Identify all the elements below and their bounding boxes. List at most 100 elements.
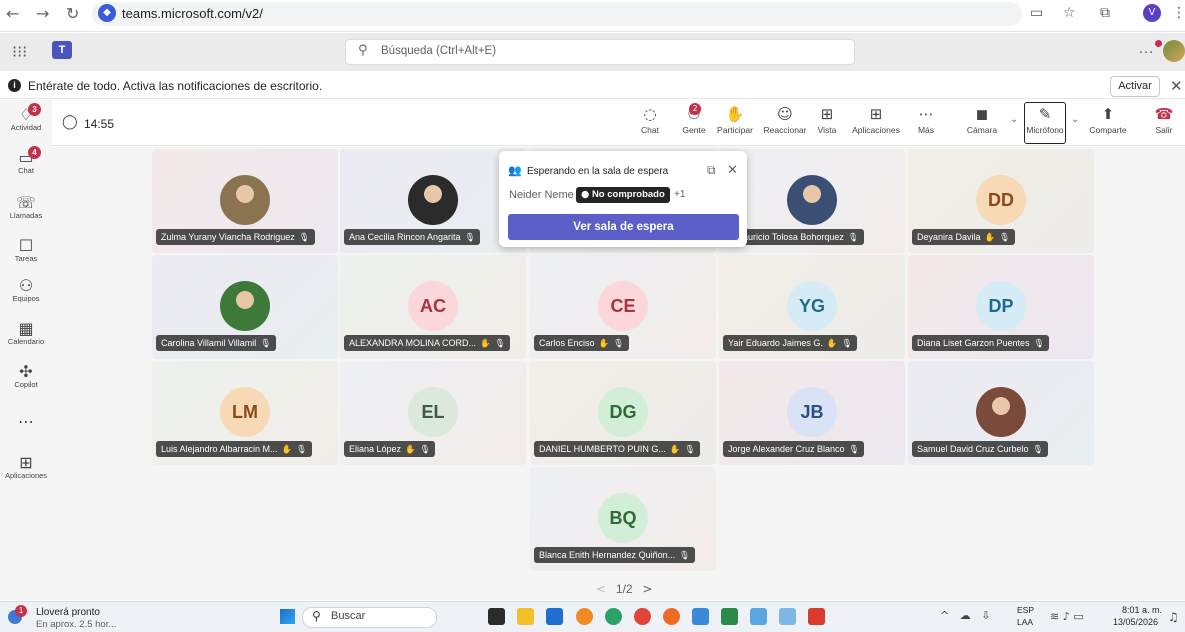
- toolbar-aplicaciones-button[interactable]: ⊞ Aplicaciones: [850, 103, 902, 135]
- toolbar-label: Cámara: [966, 125, 998, 135]
- taskbar-search[interactable]: [302, 607, 437, 628]
- participant-name-tag: Diana Liset Garzon Puentes 🎙: [912, 335, 1050, 351]
- prev-page-icon[interactable]: <: [596, 582, 606, 596]
- participant-tile[interactable]: DP Diana Liset Garzon Puentes 🎙: [908, 255, 1094, 359]
- browser-profile-avatar[interactable]: V: [1143, 4, 1161, 22]
- app-launcher-icon[interactable]: ⁝⁝⁝: [12, 42, 27, 61]
- chrome-icon[interactable]: [634, 608, 651, 625]
- search-placeholder[interactable]: Búsqueda (Ctrl+Alt+E): [381, 45, 496, 57]
- app-icon[interactable]: [750, 608, 767, 625]
- mic-muted-icon: 🎙: [464, 233, 476, 243]
- rail-item-label: Actividad: [10, 123, 42, 132]
- firefox-icon[interactable]: [663, 608, 680, 625]
- toolbar-label: Reaccionar: [763, 125, 807, 135]
- language[interactable]: ESP: [1017, 605, 1034, 615]
- forward-icon[interactable]: →: [36, 4, 49, 23]
- cast-icon[interactable]: ▭: [1030, 5, 1043, 21]
- rail-item-copilot[interactable]: ✣ Copilot: [0, 362, 52, 389]
- extensions-icon[interactable]: ⧉: [1100, 5, 1110, 21]
- toolbar-comparte-button[interactable]: ⬆ Comparte: [1087, 103, 1129, 135]
- participant-tile[interactable]: YG Yair Eduardo Jaimes G. ✋ 🎙: [719, 255, 905, 359]
- participant-tile[interactable]: Carolina Villamil Villamil 🎙: [152, 255, 338, 359]
- browser-menu-icon[interactable]: ⋮: [1172, 5, 1185, 21]
- toolbar-participar-button[interactable]: ✋ Participar: [713, 103, 757, 135]
- weather-title[interactable]: Lloverá pronto: [36, 607, 100, 618]
- file-explorer-icon[interactable]: [517, 608, 534, 625]
- bookmark-star-icon[interactable]: ☆: [1063, 5, 1076, 21]
- system-tray-icons[interactable]: ^ ☁ ⇩: [940, 609, 990, 622]
- participant-tile[interactable]: JB Jorge Alexander Cruz Blanco 🎙: [719, 361, 905, 465]
- pdf-icon[interactable]: [808, 608, 825, 625]
- more-options-icon[interactable]: …: [1138, 40, 1154, 58]
- edge-icon[interactable]: [605, 608, 622, 625]
- toolbar-chat-button[interactable]: ◌ Chat: [636, 103, 664, 135]
- participant-tile[interactable]: BQ Blanca Enith Hernandez Quiñon... 🎙: [530, 467, 716, 571]
- excel-icon[interactable]: [721, 608, 738, 625]
- toolbar-micrófono-button[interactable]: ✎ Micrófono: [1024, 103, 1066, 135]
- participant-name-tag: Eliana López ✋ 🎙: [344, 441, 436, 457]
- app-icon[interactable]: [692, 608, 709, 625]
- rail-item-chat[interactable]: ▭ 4 Chat: [0, 146, 52, 175]
- clock-time[interactable]: 8:01 a. m.: [1122, 605, 1162, 615]
- store-icon[interactable]: [546, 608, 563, 625]
- notification-bell-icon[interactable]: ♫: [1168, 610, 1179, 624]
- keyboard-layout[interactable]: LAA: [1017, 617, 1033, 627]
- toolbar-gente-button[interactable]: ⚇2Gente: [677, 103, 711, 135]
- participant-tile[interactable]: AC ALEXANDRA MOLINA CORD... ✋ 🎙: [340, 255, 526, 359]
- toolbar-reaccionar-button[interactable]: ☺ Reaccionar: [760, 103, 810, 135]
- url-text[interactable]: teams.microsoft.com/v2/: [122, 6, 263, 21]
- participant-tile[interactable]: DD Deyanira Davila ✋ 🎙: [908, 149, 1094, 253]
- participant-name: Carolina Villamil Villamil: [161, 338, 257, 348]
- popout-icon[interactable]: ⧉: [707, 163, 716, 178]
- reload-icon[interactable]: ↻: [66, 4, 79, 23]
- toolbar-cámara-button[interactable]: ◼ Cámara: [960, 103, 1004, 135]
- participant-name-tag: ALEXANDRA MOLINA CORD... ✋ 🎙: [344, 335, 511, 351]
- clock-date[interactable]: 13/05/2026: [1113, 617, 1158, 627]
- raised-hand-icon: ✋: [598, 339, 610, 349]
- app-icon[interactable]: [779, 608, 796, 625]
- user-avatar[interactable]: [1163, 40, 1185, 62]
- participant-name: DANIEL HUMBERTO PUIN G...: [539, 444, 666, 454]
- next-page-icon[interactable]: >: [642, 582, 652, 596]
- toolbar-salir-button[interactable]: ☎ Salir: [1151, 103, 1177, 135]
- site-info-icon[interactable]: ◆: [98, 4, 116, 22]
- mic-muted-icon: 🎙: [298, 233, 310, 243]
- close-icon[interactable]: ✕: [727, 163, 738, 178]
- camera-options-chevron-icon[interactable]: ⌄: [1010, 114, 1018, 125]
- weather-subtitle[interactable]: En aprox. 2.5 hor...: [36, 619, 116, 630]
- participant-tile[interactable]: Samuel David Cruz Curbelo 🎙: [908, 361, 1094, 465]
- view-lobby-button[interactable]: Ver sala de espera: [508, 214, 739, 240]
- rail-item-label: Equipos: [12, 294, 40, 303]
- mic-muted-icon: 🎙: [847, 233, 859, 243]
- toolbar-más-button[interactable]: ⋯ Más: [915, 103, 937, 135]
- participant-name-tag: Ana Cecilia Rincon Angarita 🎙: [344, 229, 481, 245]
- rail-item-tareas[interactable]: ☐ Tareas: [0, 236, 52, 263]
- rail-item-more[interactable]: ⋯: [0, 412, 52, 431]
- rail-item-llamadas[interactable]: ☏ Llamadas: [0, 193, 52, 220]
- rail-item-actividad[interactable]: ♢ 3 Actividad: [0, 103, 52, 132]
- rail-item-calendario[interactable]: ▦ Calendario: [0, 319, 52, 346]
- unverified-badge-label: No comprobado: [591, 189, 665, 200]
- back-icon[interactable]: ←: [6, 4, 19, 23]
- participant-name-tag: Jorge Alexander Cruz Blanco 🎙: [723, 441, 865, 457]
- participant-tile[interactable]: Zulma Yurany Viancha Rodriguez 🎙: [152, 149, 338, 253]
- participant-tile[interactable]: DG DANIEL HUMBERTO PUIN G... ✋ 🎙: [530, 361, 716, 465]
- toolbar-vista-button[interactable]: ⊞ Vista: [815, 103, 839, 135]
- participant-tile[interactable]: LM Luis Alejandro Albarracin M... ✋ 🎙: [152, 361, 338, 465]
- rail-item-aplicaciones[interactable]: ⊞ Aplicaciones: [0, 453, 52, 480]
- windows-start-icon[interactable]: [280, 609, 295, 624]
- participant-initials-avatar: YG: [787, 281, 837, 331]
- mic-options-chevron-icon[interactable]: ⌄: [1071, 114, 1079, 125]
- photos-icon[interactable]: [576, 608, 593, 625]
- raised-hand-icon: ✋: [281, 445, 293, 455]
- rail-item-equipos[interactable]: ⚇ Equipos: [0, 276, 52, 303]
- mic-muted-icon: 🎙: [419, 445, 431, 455]
- network-sound-battery-icon[interactable]: ≋ ♪ ▭: [1050, 610, 1084, 623]
- bell-icon: ♢: [18, 105, 34, 124]
- participant-tile[interactable]: CE Carlos Enciso ✋ 🎙: [530, 255, 716, 359]
- task-view-icon[interactable]: [488, 608, 505, 625]
- activate-notifications-button[interactable]: Activar: [1110, 76, 1160, 97]
- participant-tile[interactable]: EL Eliana López ✋ 🎙: [340, 361, 526, 465]
- taskbar-search-text[interactable]: Buscar: [331, 610, 365, 622]
- close-icon[interactable]: ✕: [1170, 77, 1183, 95]
